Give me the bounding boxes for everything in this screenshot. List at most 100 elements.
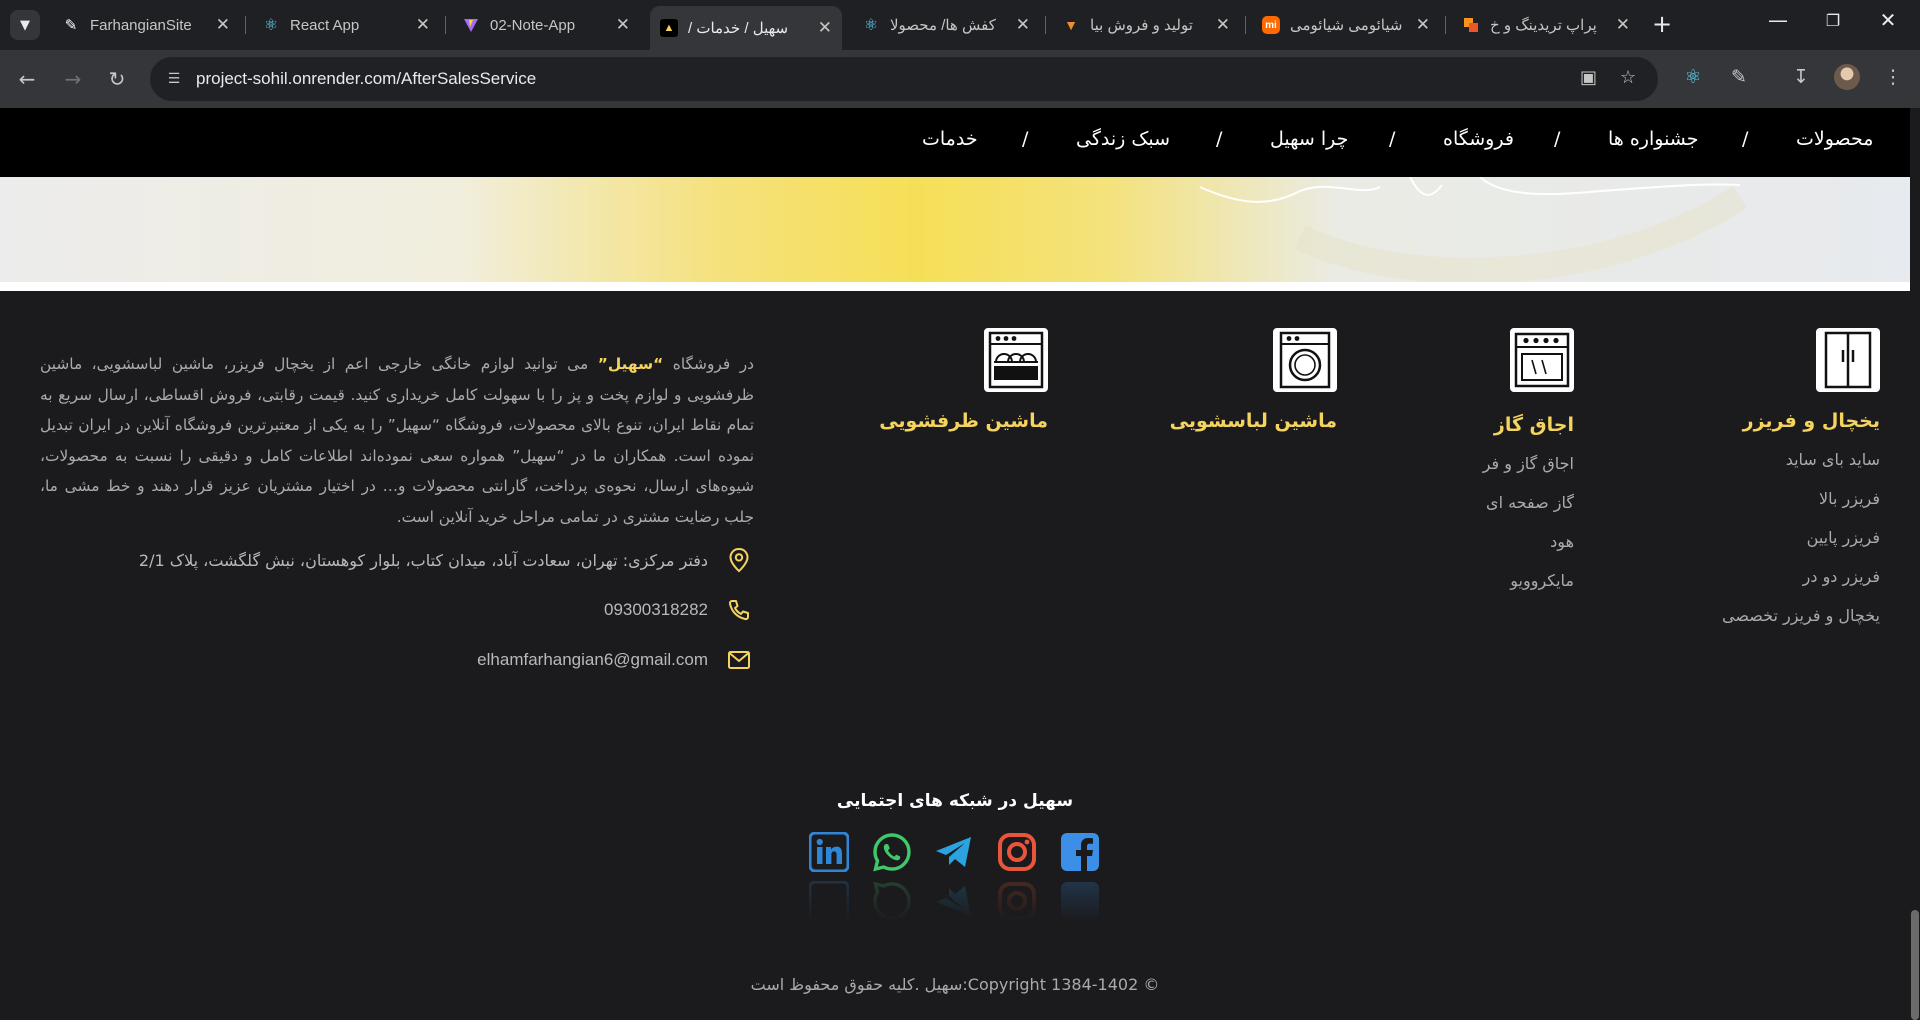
category-link[interactable]: هود — [1483, 532, 1574, 551]
washing-machine-icon — [1273, 328, 1337, 392]
category-link[interactable]: فریزر پایین — [1722, 528, 1880, 547]
main-navigation: محصولات / جشنواره ها / فروشگاه / چرا سهی… — [0, 108, 1910, 177]
category-link[interactable]: یخچال و فریزر تخصصی — [1722, 606, 1880, 625]
nav-item-products[interactable]: محصولات — [1796, 128, 1873, 150]
site-info-icon[interactable]: ☰ — [164, 69, 184, 89]
nav-item-store[interactable]: فروشگاه — [1443, 128, 1514, 150]
whatsapp-icon[interactable] — [872, 832, 912, 872]
browser-toolbar: ← → ↻ ☰ project-sohil.onrender.com/After… — [0, 50, 1920, 108]
tab-close-icon[interactable]: ✕ — [1216, 15, 1230, 35]
facebook-reflection — [1061, 882, 1099, 920]
browser-tab[interactable]: ✎ FarhangianSite ✕ — [52, 8, 240, 42]
nav-separator: / — [1554, 128, 1561, 150]
nav-separator: / — [1742, 128, 1749, 150]
address-bar[interactable]: ☰ project-sohil.onrender.com/AfterSalesS… — [150, 57, 1658, 101]
facebook-icon[interactable] — [1060, 832, 1100, 872]
tab-title: کفش ها/ محصولا — [890, 17, 996, 34]
social-title: سهیل در شبکه های اجتمایی — [836, 791, 1074, 811]
install-app-icon[interactable]: ▣ — [1580, 67, 1597, 88]
nav-item-festivals[interactable]: جشنواره ها — [1608, 128, 1699, 150]
refrigerator-icon — [1816, 328, 1880, 392]
page-scrollbar[interactable] — [1910, 108, 1920, 1020]
category-link[interactable]: اجاق گاز و فر — [1483, 454, 1574, 473]
address-text: دفتر مرکزی: تهران، سعادت آباد، میدان کتا… — [138, 550, 708, 570]
new-tab-button[interactable]: + — [1652, 12, 1672, 36]
tab-close-icon[interactable]: ✕ — [1616, 15, 1630, 35]
browser-tab[interactable]: ⚛ React App ✕ — [252, 8, 440, 42]
tab-close-icon[interactable]: ✕ — [818, 18, 832, 38]
minimize-button[interactable]: — — [1758, 8, 1798, 32]
nav-item-services[interactable]: خدمات — [922, 128, 978, 150]
back-button[interactable]: ← — [12, 64, 42, 94]
nav-separator: / — [1022, 128, 1029, 150]
contact-phone: 09300318282 — [604, 597, 752, 623]
category-link[interactable]: گاز صفحه ای — [1483, 493, 1574, 512]
close-window-button[interactable]: ✕ — [1868, 8, 1908, 32]
tab-search-button[interactable]: ▼ — [10, 10, 40, 40]
category-link[interactable]: مایکروویو — [1483, 571, 1574, 590]
react-icon: ⚛ — [863, 17, 879, 34]
contact-email: elhamfarhangian6@gmail.com — [477, 647, 752, 673]
instagram-reflection — [998, 882, 1036, 920]
linkedin-reflection — [809, 881, 849, 921]
telegram-icon[interactable] — [934, 832, 974, 872]
browser-tab[interactable]: ⚛ کفش ها/ محصولا ✕ — [852, 8, 1040, 42]
footer-category-dishwasher: ماشین ظرفشویی — [879, 328, 1048, 432]
linkedin-icon[interactable] — [809, 832, 849, 872]
forward-button[interactable]: → — [58, 64, 88, 94]
scrollbar-thumb[interactable] — [1911, 910, 1919, 1020]
category-title[interactable]: ماشین ظرفشویی — [879, 410, 1048, 432]
prop-logo-icon — [1462, 16, 1480, 34]
nav-separator: / — [1389, 128, 1396, 150]
browser-menu-icon[interactable]: ⋮ — [1880, 66, 1906, 88]
vite-icon — [462, 16, 480, 34]
phone-icon — [726, 597, 752, 623]
nav-separator: / — [1216, 128, 1223, 150]
profile-avatar[interactable] — [1834, 64, 1860, 90]
category-title[interactable]: ماشین لباسشویی — [1170, 410, 1337, 432]
phone-number[interactable]: 09300318282 — [604, 600, 708, 620]
carrot-icon: ▼ — [1064, 17, 1078, 33]
reload-button[interactable]: ↻ — [102, 64, 132, 94]
dishwasher-icon — [984, 328, 1048, 392]
browser-tabstrip: ▼ ✎ FarhangianSite ✕ ⚛ React App ✕ 02-No… — [0, 0, 1920, 50]
tab-close-icon[interactable]: ✕ — [1416, 15, 1430, 35]
tab-close-icon[interactable]: ✕ — [616, 15, 630, 35]
site-footer: یخچال و فریزر ساید بای ساید فریزر بالا ف… — [0, 291, 1910, 1020]
category-link[interactable]: ساید بای ساید — [1722, 450, 1880, 469]
extensions-icon[interactable]: ✎ — [1726, 66, 1752, 88]
instagram-icon[interactable] — [997, 832, 1037, 872]
category-link[interactable]: فریزر بالا — [1722, 489, 1880, 508]
restore-button[interactable]: ❐ — [1813, 11, 1853, 30]
sohil-logo-icon: ▲ — [660, 19, 678, 37]
category-link[interactable]: فریزر دو در — [1722, 567, 1880, 586]
url-text: project-sohil.onrender.com/AfterSalesSer… — [196, 69, 537, 88]
copyright-text: © Copyright 1384-1402:سهیل .کلیه حقوق مح… — [750, 975, 1160, 994]
browser-tab[interactable]: پراپ تریدینگ و خ ✕ — [1452, 8, 1640, 42]
xiaomi-icon: mi — [1262, 16, 1280, 34]
category-title[interactable]: یخچال و فریزر — [1722, 410, 1880, 432]
mail-icon — [726, 647, 752, 673]
browser-tab[interactable]: mi شیائومی شیائومی ✕ — [1252, 8, 1440, 42]
oven-icon — [1510, 328, 1574, 392]
tab-close-icon[interactable]: ✕ — [216, 15, 230, 35]
browser-tab[interactable]: 02-Note-App ✕ — [452, 8, 640, 42]
about-paragraph: در فروشگاه “سهیل” می توانید لوازم خانگی … — [40, 349, 754, 532]
bookmark-star-icon[interactable]: ☆ — [1620, 67, 1636, 88]
category-title[interactable]: اجاق گاز — [1483, 414, 1574, 436]
browser-tab[interactable]: ▼ تولید و فروش بیا ✕ — [1052, 8, 1240, 42]
email-address[interactable]: elhamfarhangian6@gmail.com — [477, 650, 708, 670]
tab-close-icon[interactable]: ✕ — [416, 15, 430, 35]
nav-item-why-sohil[interactable]: چرا سهیل — [1270, 128, 1348, 150]
tab-title: شیائومی شیائومی — [1290, 17, 1403, 34]
browser-tab-active[interactable]: ▲ سهیل / خدمات / ✕ — [650, 6, 842, 50]
about-text: در فروشگاه — [663, 355, 755, 373]
react-devtools-icon[interactable]: ⚛ — [1680, 66, 1706, 88]
tab-close-icon[interactable]: ✕ — [1016, 15, 1030, 35]
nav-item-lifestyle[interactable]: سبک زندگی — [1076, 128, 1170, 150]
react-icon: ⚛ — [263, 17, 279, 34]
tab-title: تولید و فروش بیا — [1090, 17, 1193, 34]
farhangian-logo-icon: ✎ — [64, 17, 78, 34]
footer-category-refrigerator: یخچال و فریزر ساید بای ساید فریزر بالا ف… — [1722, 328, 1880, 625]
download-icon[interactable]: ↧ — [1788, 66, 1814, 88]
